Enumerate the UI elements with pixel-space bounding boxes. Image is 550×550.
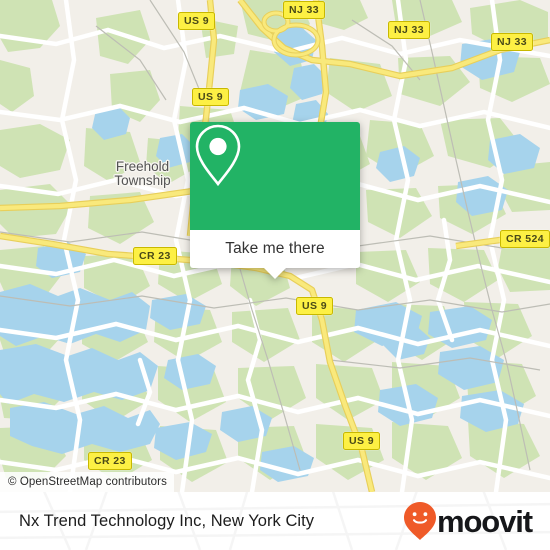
map-pin-icon bbox=[195, 124, 241, 187]
take-me-there-button[interactable]: Take me there bbox=[190, 230, 360, 268]
shield-nj-33[interactable]: NJ 33 bbox=[388, 21, 431, 39]
place-label-freehold-township: Freehold Township bbox=[100, 160, 185, 188]
map-canvas[interactable]: Freehold Township US 9 US 9 NJ 33 NJ 33 … bbox=[0, 0, 550, 492]
shield-cr-23[interactable]: CR 23 bbox=[88, 452, 132, 470]
shield-us-9[interactable]: US 9 bbox=[178, 12, 215, 30]
place-label-line1: Freehold bbox=[115, 159, 170, 174]
osm-attribution[interactable]: © OpenStreetMap contributors bbox=[0, 472, 174, 492]
footer-bar: Nx Trend Technology Inc, New York City m… bbox=[0, 492, 550, 550]
screenshot-root: Freehold Township US 9 US 9 NJ 33 NJ 33 … bbox=[0, 0, 550, 550]
shield-cr-524[interactable]: CR 524 bbox=[500, 230, 550, 248]
shield-cr-23[interactable]: CR 23 bbox=[133, 247, 177, 265]
shield-nj-33[interactable]: NJ 33 bbox=[283, 1, 326, 19]
page-title: Nx Trend Technology Inc, New York City bbox=[19, 511, 315, 530]
shield-us-9[interactable]: US 9 bbox=[343, 432, 380, 450]
popup-icon-area bbox=[190, 122, 360, 230]
shield-nj-33[interactable]: NJ 33 bbox=[491, 33, 534, 51]
location-popup[interactable]: Take me there bbox=[190, 122, 360, 279]
moovit-smiley-pin-icon bbox=[403, 502, 436, 540]
popup-tail bbox=[264, 268, 286, 279]
shield-us-9[interactable]: US 9 bbox=[192, 88, 229, 106]
place-label-line2: Township bbox=[114, 173, 171, 188]
shield-us-9[interactable]: US 9 bbox=[296, 297, 333, 315]
moovit-wordmark: moovit bbox=[436, 503, 533, 539]
take-me-there-label: Take me there bbox=[225, 240, 325, 257]
moovit-logo[interactable]: moovit bbox=[403, 501, 533, 541]
